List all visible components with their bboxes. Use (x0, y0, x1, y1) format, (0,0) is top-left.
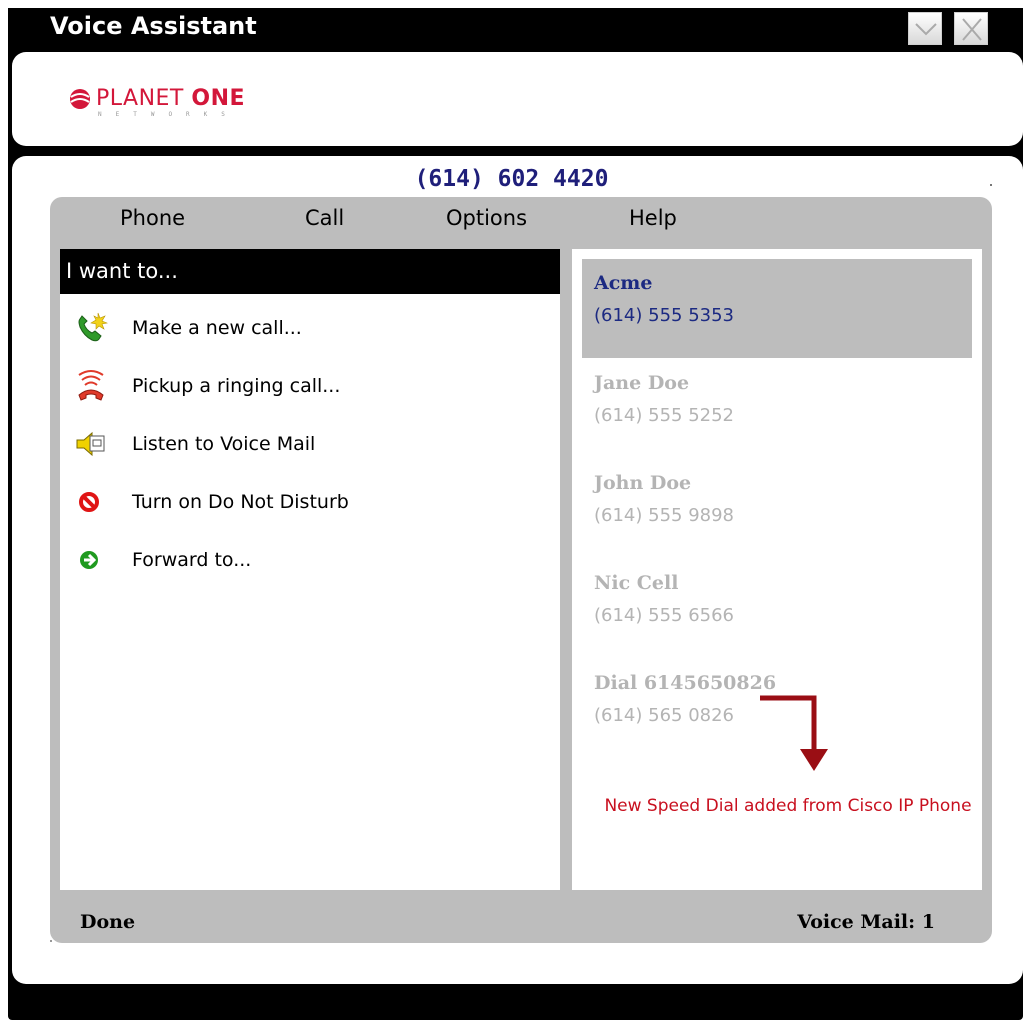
speed-dial-name[interactable]: Jane Doe (594, 372, 689, 394)
logo-text-bold: ONE (191, 86, 246, 111)
action-label: Forward to... (132, 549, 252, 571)
menu-phone[interactable]: Phone (120, 206, 185, 230)
speed-dial-number: (614) 555 5252 (594, 405, 735, 426)
speed-dial-number: (614) 555 6566 (594, 605, 735, 626)
menu-call[interactable]: Call (305, 206, 344, 230)
ringing-phone-icon (78, 370, 104, 401)
speed-dial-number: (614) 565 0826 (594, 705, 735, 726)
window-title: Voice Assistant (50, 12, 257, 40)
logo-text: PLANET ONE (96, 86, 245, 111)
do-not-disturb-icon (79, 492, 99, 512)
voicemail-speaker-icon (76, 431, 105, 457)
chevron-down-icon (915, 23, 937, 36)
decorative-dot (50, 940, 52, 942)
own-phone-number: (614) 602 4420 (414, 166, 609, 192)
action-label: Listen to Voice Mail (132, 433, 316, 455)
decorative-dot (990, 184, 992, 186)
speed-dial-name[interactable]: Dial 6145650826 (594, 672, 776, 694)
speed-dial-annotation: New Speed Dial added from Cisco IP Phone (604, 796, 972, 816)
logo-text-light: PLANET (96, 86, 184, 111)
action-label: Turn on Do Not Disturb (132, 491, 349, 513)
speed-dial-number: (614) 555 9898 (594, 505, 735, 526)
new-call-phone-icon (78, 312, 108, 342)
speed-dial-name[interactable]: Acme (594, 272, 653, 294)
planet-logo-icon (70, 89, 90, 109)
minimize-button[interactable] (908, 12, 942, 45)
status-text: Done (80, 911, 136, 933)
speed-dial-name[interactable]: Nic Cell (594, 572, 678, 594)
annotation-arrow (760, 695, 828, 771)
close-icon (962, 18, 982, 41)
close-button[interactable] (954, 12, 988, 45)
logo-subtext: NETWORKS (98, 111, 239, 118)
action-label: Pickup a ringing call... (132, 375, 341, 397)
speed-dial-name[interactable]: John Doe (594, 472, 691, 494)
action-label: Make a new call... (132, 317, 302, 339)
forward-arrow-icon (80, 551, 98, 569)
menu-help[interactable]: Help (629, 206, 677, 230)
menu-options[interactable]: Options (446, 206, 527, 230)
voicemail-count[interactable]: Voice Mail: 1 (797, 911, 935, 933)
actions-header: I want to... (60, 249, 560, 294)
speed-dial-number: (614) 555 5353 (594, 305, 735, 326)
